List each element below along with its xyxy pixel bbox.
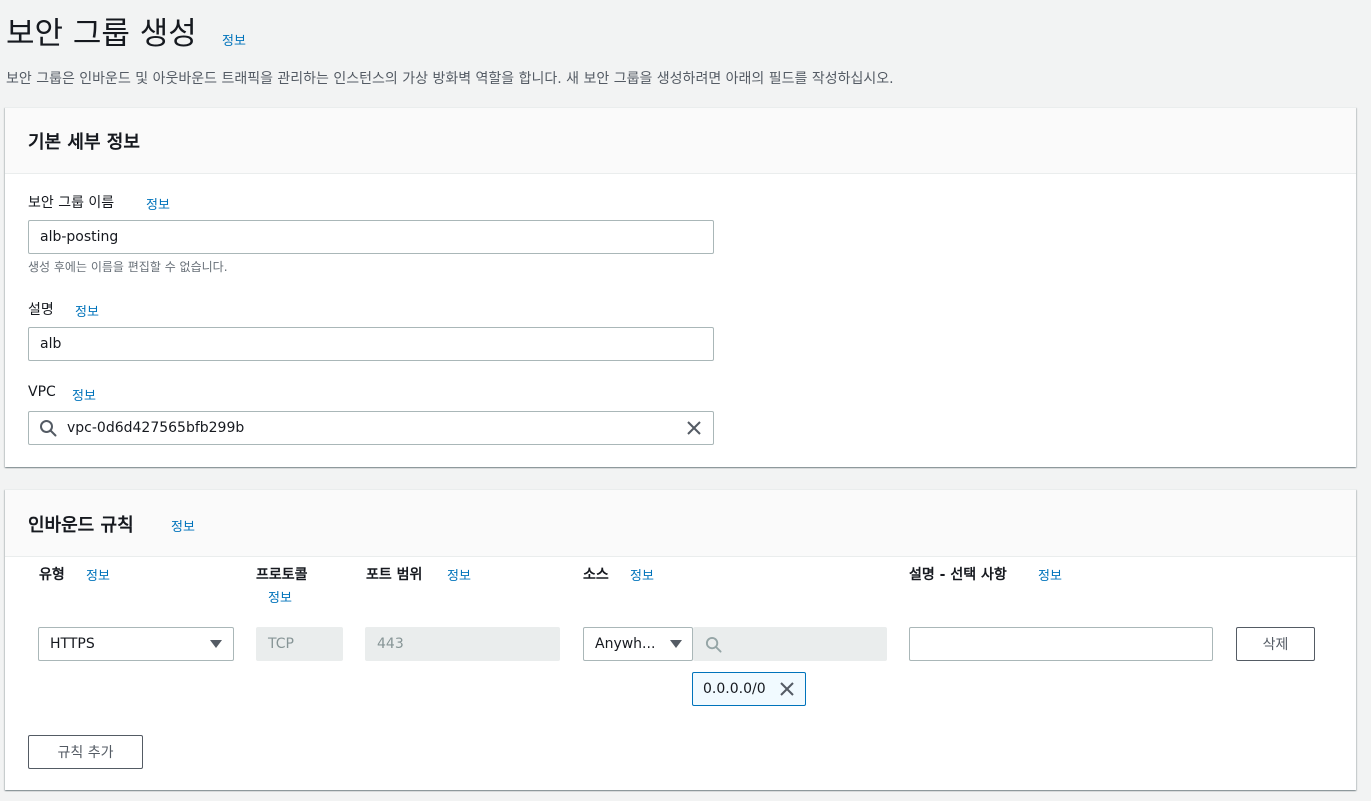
sg-name-info-link[interactable]: 정보 [146,194,170,213]
inbound-rules-title: 인바운드 규칙 [28,515,134,536]
sg-name-input[interactable]: alb-posting [28,220,714,254]
description-info-link[interactable]: 정보 [75,301,99,320]
description-label: 설명 [28,302,54,318]
page-description: 보안 그룹은 인바운드 및 아웃바운드 트래픽을 관리하는 인스턴스의 가상 방… [6,71,894,87]
rule-description-input[interactable] [909,627,1213,661]
search-icon [705,636,722,653]
rule-type-value: HTTPS [50,636,95,652]
close-icon[interactable] [779,681,795,697]
inbound-rules-panel: 인바운드 규칙 정보 유형 정보 프로토콜 정보 포트 범위 정보 소스 정보 … [5,489,1356,790]
col-type-header: 유형 [39,567,65,583]
sg-name-label: 보안 그룹 이름 [28,195,115,211]
col-port-header: 포트 범위 [366,567,423,583]
add-rule-button[interactable]: 규칙 추가 [28,735,143,769]
col-source-info-link[interactable]: 정보 [630,565,654,584]
search-icon [39,419,57,437]
rule-protocol-field: TCP [256,627,343,661]
description-value: alb [40,336,62,352]
col-protocol-header: 프로토콜 [256,567,308,583]
basic-details-title: 기본 세부 정보 [28,132,140,153]
clear-icon[interactable] [686,420,702,436]
vpc-label: VPC [28,384,56,400]
rule-source-value: Anywh... [595,636,656,652]
cidr-token-label: 0.0.0.0/0 [703,681,766,697]
vpc-info-link[interactable]: 정보 [72,385,96,404]
caret-down-icon [670,640,682,648]
basic-details-panel: 기본 세부 정보 보안 그룹 이름 정보 alb-posting 생성 후에는 … [5,107,1356,467]
delete-rule-button[interactable]: 삭제 [1236,627,1315,661]
cidr-token: 0.0.0.0/0 [692,672,806,706]
description-input[interactable]: alb [28,327,714,361]
col-type-info-link[interactable]: 정보 [86,565,110,584]
col-description-header: 설명 - 선택 사항 [909,567,1007,583]
basic-details-header: 기본 세부 정보 [5,108,1356,174]
col-source-header: 소스 [583,567,609,583]
sg-name-value: alb-posting [40,229,119,245]
sg-name-hint: 생성 후에는 이름을 편집할 수 없습니다. [28,260,228,274]
rule-port-value: 443 [377,636,404,652]
caret-down-icon [210,640,222,648]
col-protocol-info-link[interactable]: 정보 [268,587,292,606]
rule-port-field: 443 [365,627,560,661]
col-description-info-link[interactable]: 정보 [1038,565,1062,584]
inbound-rules-info-link[interactable]: 정보 [171,516,195,535]
page-title: 보안 그룹 생성 [6,16,197,52]
vpc-search-input[interactable]: vpc-0d6d427565bfb299b [28,411,714,445]
vpc-value: vpc-0d6d427565bfb299b [67,420,245,436]
inbound-rules-header: 인바운드 규칙 정보 [5,490,1356,557]
rule-source-search[interactable] [693,627,887,661]
rule-source-select[interactable]: Anywh... [583,627,693,661]
rule-type-select[interactable]: HTTPS [38,627,234,661]
rule-protocol-value: TCP [268,636,294,652]
col-port-info-link[interactable]: 정보 [447,565,471,584]
page-info-link[interactable]: 정보 [222,30,246,49]
